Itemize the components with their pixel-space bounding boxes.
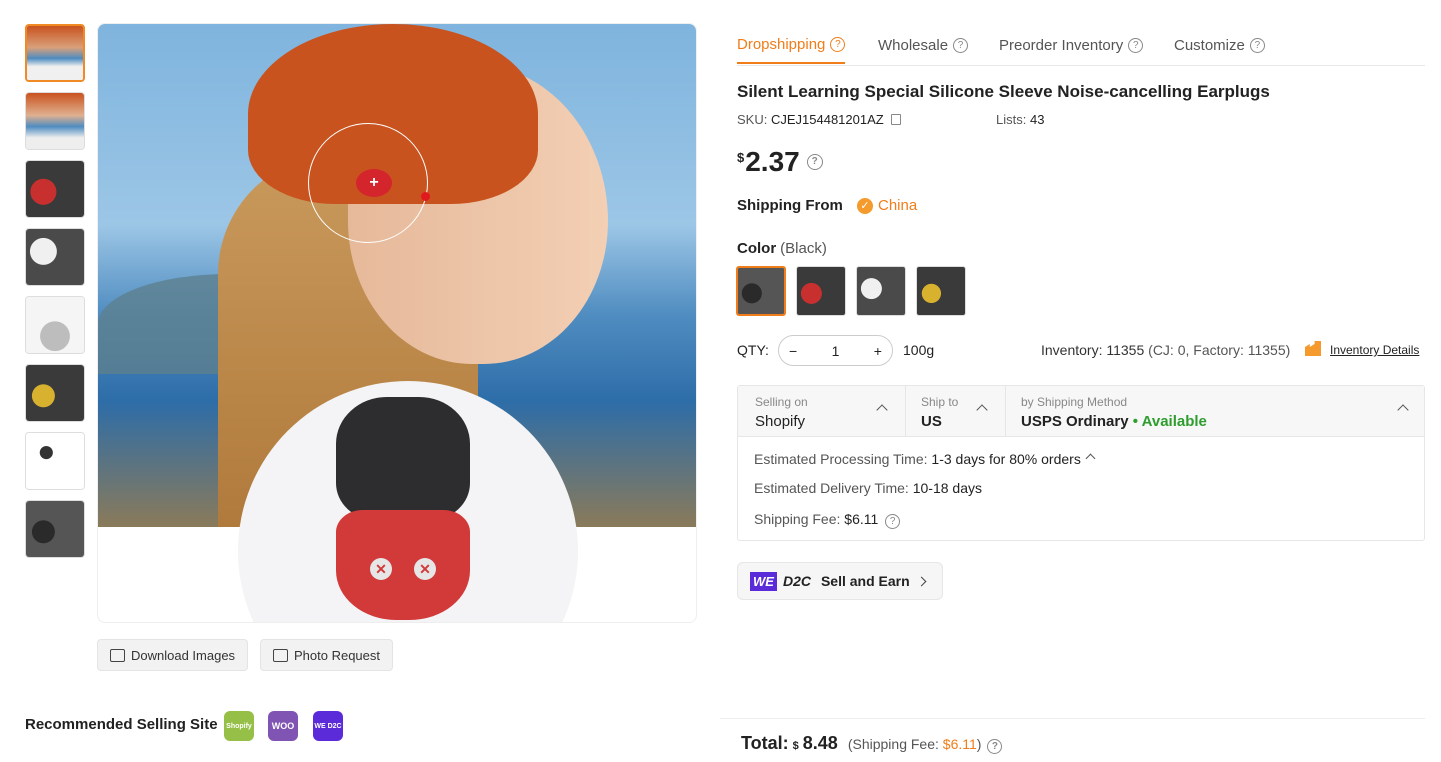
help-icon[interactable]: ?: [953, 37, 969, 53]
thumbnail-3[interactable]: [25, 160, 85, 218]
copy-icon[interactable]: [891, 114, 902, 125]
thumbnail-5[interactable]: [25, 296, 85, 354]
photo-request-button[interactable]: Photo Request: [260, 639, 394, 671]
close-icon: ✕: [414, 558, 436, 580]
increment-button[interactable]: +: [874, 343, 882, 359]
plus-icon: +: [356, 169, 392, 197]
check-icon: ✓: [857, 197, 873, 214]
thumbnail-7[interactable]: [25, 432, 85, 490]
lists-count: Lists: 43: [996, 112, 1045, 127]
chevron-up-icon: [1397, 404, 1409, 416]
help-icon[interactable]: ?: [806, 154, 823, 170]
we-d2c-sell-and-earn-button[interactable]: WE D2C Sell and Earn: [737, 562, 943, 600]
order-total: Total: $8.48 (Shipping Fee: $6.11) ?: [741, 733, 1003, 754]
download-images-button[interactable]: Download Images: [97, 639, 249, 671]
color-swatch-red[interactable]: [796, 266, 846, 316]
thumbnail-4[interactable]: [25, 228, 85, 286]
qty-label: QTY:: [737, 342, 769, 358]
tab-preorder-inventory[interactable]: Preorder Inventory?: [999, 26, 1144, 64]
decrement-button[interactable]: −: [789, 343, 797, 359]
case-lid: [336, 397, 470, 520]
selling-on-select[interactable]: Selling on Shopify: [738, 386, 906, 437]
we-d2c-logo: WE: [750, 571, 777, 591]
video-icon: [273, 648, 288, 662]
inventory-details-link[interactable]: Inventory Details: [1330, 343, 1419, 357]
thumbnail-1[interactable]: [25, 24, 85, 82]
product-weight: 100g: [903, 342, 935, 358]
shipping-from-label: Shipping From: [737, 197, 843, 214]
thumbnail-6[interactable]: [25, 364, 85, 422]
processing-time: Estimated Processing Time: 1-3 days for …: [754, 451, 1096, 467]
ship-to-select[interactable]: Ship to US: [906, 386, 1006, 437]
woocommerce-icon[interactable]: WOO: [268, 711, 298, 741]
help-icon[interactable]: ?: [987, 739, 1003, 754]
shipping-fee: Shipping Fee: $6.11 ?: [754, 511, 901, 529]
chevron-up-icon: [976, 404, 988, 416]
color-swatch-yellow[interactable]: [916, 266, 966, 316]
recommended-selling-site-label: Recommended Selling Site: [25, 716, 218, 733]
help-icon[interactable]: ?: [885, 514, 901, 529]
chevron-up-icon: [876, 404, 888, 416]
tab-dropshipping[interactable]: Dropshipping?: [737, 26, 846, 64]
shipping-origin-option[interactable]: ✓ China: [857, 197, 917, 214]
chevron-up-icon[interactable]: [1085, 453, 1096, 464]
thumbnail-8[interactable]: [25, 500, 85, 558]
help-icon[interactable]: ?: [830, 36, 846, 52]
shipping-method-select[interactable]: by Shipping Method USPS Ordinary • Avail…: [1006, 386, 1424, 437]
shipping-panel: Selling on Shopify Ship to US by Shippin…: [737, 385, 1425, 541]
factory-icon: [1305, 341, 1321, 356]
image-icon: [110, 648, 125, 662]
color-label: Color (Black): [737, 240, 827, 257]
tab-customize[interactable]: Customize?: [1174, 26, 1265, 64]
close-icon: ✕: [370, 558, 392, 580]
chevron-right-icon: [916, 576, 927, 586]
product-price: $2.37 ?: [737, 146, 823, 178]
sku: SKU: CJEJ154481201AZ: [737, 112, 902, 127]
thumbnail-2[interactable]: [25, 92, 85, 150]
quantity-input[interactable]: 1: [832, 343, 840, 359]
zoom-indicator-dot: [421, 192, 430, 201]
case-base: [336, 510, 470, 620]
delivery-time: Estimated Delivery Time: 10-18 days: [754, 480, 982, 496]
purchase-tabs: Dropshipping? Wholesale? Preorder Invent…: [737, 24, 1425, 66]
color-swatch-white[interactable]: [856, 266, 906, 316]
help-icon[interactable]: ?: [1128, 37, 1144, 53]
help-icon[interactable]: ?: [1249, 37, 1265, 53]
inventory-count: Inventory: 11355 (CJ: 0, Factory: 11355): [1041, 342, 1291, 358]
quantity-stepper: − 1 +: [778, 335, 893, 366]
we-d2c-icon[interactable]: WE D2C: [313, 711, 343, 741]
color-swatch-black[interactable]: [736, 266, 786, 316]
shopify-icon[interactable]: Shopify: [224, 711, 254, 741]
product-title: Silent Learning Special Silicone Sleeve …: [737, 82, 1270, 101]
main-product-image[interactable]: + ✕ ✕: [97, 23, 697, 623]
tab-wholesale[interactable]: Wholesale?: [878, 26, 969, 64]
